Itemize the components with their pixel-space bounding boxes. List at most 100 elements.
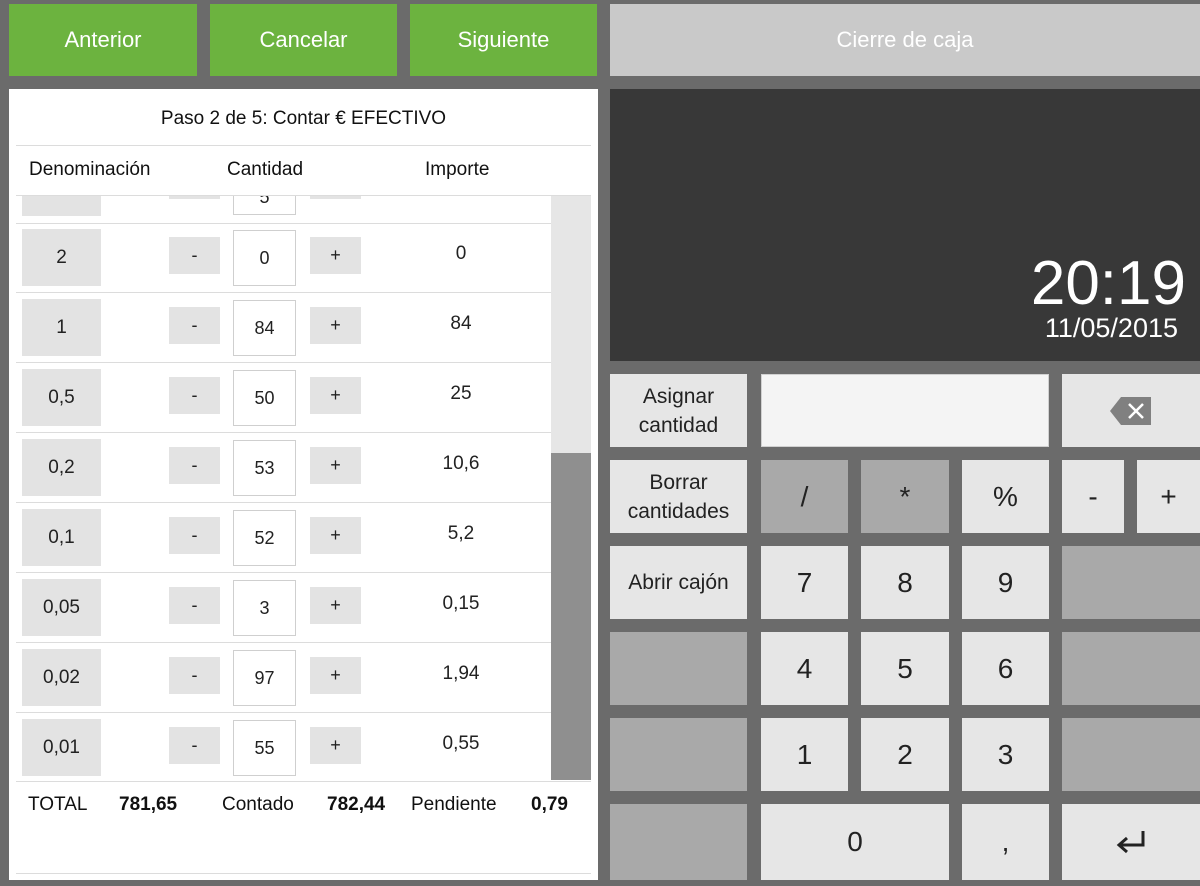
comma-key[interactable]: , xyxy=(962,804,1049,880)
amount-cell: 10,6 xyxy=(442,453,480,474)
quantity-field[interactable]: 53 xyxy=(233,440,296,496)
blank-key xyxy=(1062,546,1200,619)
denomination-cell xyxy=(22,196,101,216)
minus-button[interactable]: - xyxy=(169,727,220,764)
plus-button[interactable]: + xyxy=(310,377,361,414)
minus-button[interactable] xyxy=(169,196,220,199)
total-value: 781,65 xyxy=(119,794,178,815)
row-divider xyxy=(16,292,551,293)
digit-4-key[interactable]: 4 xyxy=(761,632,848,705)
amount-cell: 25 xyxy=(450,383,472,404)
enter-button[interactable] xyxy=(1062,804,1200,880)
blank-key xyxy=(610,632,747,705)
digit-7-key[interactable]: 7 xyxy=(761,546,848,619)
minus-button[interactable]: - xyxy=(169,587,220,624)
previous-button[interactable]: Anterior xyxy=(9,4,197,76)
enter-icon xyxy=(1116,831,1145,854)
amount-cell: 0,55 xyxy=(442,733,480,754)
denomination-cell: 0,02 xyxy=(22,649,101,706)
scrollbar-thumb[interactable] xyxy=(551,453,591,780)
minus-button[interactable]: - xyxy=(169,307,220,344)
denomination-list[interactable]: 5 2-0 +0 1-84 +84 0,5-50 +25 0,2-53 +10,6 0,1-52… xyxy=(16,196,551,780)
amount-cell: 0,15 xyxy=(442,593,480,614)
denomination-cell: 0,05 xyxy=(22,579,101,636)
quantity-field[interactable]: 97 xyxy=(233,650,296,706)
digit-0-key[interactable]: 0 xyxy=(761,804,949,880)
denomination-cell: 0,01 xyxy=(22,719,101,776)
row-divider xyxy=(16,432,551,433)
row-divider xyxy=(16,572,551,573)
amount-cell: 84 xyxy=(450,313,472,334)
amount-cell: 1,94 xyxy=(442,663,480,684)
divider xyxy=(16,781,591,782)
quantity-field[interactable]: 3 xyxy=(233,580,296,636)
amount-cell: 0 xyxy=(455,243,467,264)
digit-8-key[interactable]: 8 xyxy=(861,546,949,619)
minus-button[interactable]: - xyxy=(169,237,220,274)
counted-label: Contado xyxy=(222,794,294,815)
clock-time: 20:19 xyxy=(1030,249,1186,318)
plus-button[interactable]: + xyxy=(310,307,361,344)
row-divider xyxy=(16,362,551,363)
row-divider xyxy=(16,642,551,643)
cancel-button[interactable]: Cancelar xyxy=(210,4,397,76)
denomination-cell: 0,2 xyxy=(22,439,101,496)
divider xyxy=(16,873,591,874)
minus-button[interactable]: - xyxy=(169,447,220,484)
minus-key[interactable]: - xyxy=(1062,460,1124,533)
quantity-field[interactable]: 84 xyxy=(233,300,296,356)
backspace-icon xyxy=(1110,396,1151,425)
minus-button[interactable]: - xyxy=(169,657,220,694)
quantity-field[interactable]: 50 xyxy=(233,370,296,426)
column-header-amount: Importe xyxy=(425,159,490,180)
counted-value: 782,44 xyxy=(327,794,386,815)
column-header-denomination: Denominación xyxy=(29,159,151,180)
quantity-field[interactable]: 0 xyxy=(233,230,296,286)
assign-quantity-button[interactable]: Asignar cantidad xyxy=(610,374,747,447)
open-drawer-button[interactable]: Abrir cajón xyxy=(610,546,747,619)
plus-key[interactable]: + xyxy=(1137,460,1200,533)
blank-key xyxy=(610,718,747,791)
plus-button[interactable]: + xyxy=(310,657,361,694)
denomination-cell: 1 xyxy=(22,299,101,356)
amount-cell: 5,2 xyxy=(447,523,475,544)
divider xyxy=(16,145,591,146)
blank-key xyxy=(1062,718,1200,791)
plus-button[interactable] xyxy=(310,196,361,199)
digit-5-key[interactable]: 5 xyxy=(861,632,949,705)
quantity-field[interactable]: 52 xyxy=(233,510,296,566)
blank-key xyxy=(1062,632,1200,705)
window-title: Cierre de caja xyxy=(610,4,1200,76)
multiply-key[interactable]: * xyxy=(861,460,949,533)
quantity-field[interactable]: 5 xyxy=(233,196,296,215)
amount-input[interactable] xyxy=(761,374,1049,447)
row-divider xyxy=(16,502,551,503)
denomination-cell: 0,5 xyxy=(22,369,101,426)
quantity-field[interactable]: 55 xyxy=(233,720,296,776)
denomination-cell: 2 xyxy=(22,229,101,286)
plus-button[interactable]: + xyxy=(310,587,361,624)
divide-key[interactable]: / xyxy=(761,460,848,533)
total-label: TOTAL xyxy=(28,794,88,815)
row-divider xyxy=(16,712,551,713)
digit-1-key[interactable]: 1 xyxy=(761,718,848,791)
plus-button[interactable]: + xyxy=(310,237,361,274)
pending-value: 0,79 xyxy=(531,794,568,815)
plus-button[interactable]: + xyxy=(310,517,361,554)
column-header-quantity: Cantidad xyxy=(227,159,304,180)
clock-date: 11/05/2015 xyxy=(1044,313,1178,343)
next-button[interactable]: Siguiente xyxy=(410,4,597,76)
clear-quantities-button[interactable]: Borrar cantidades xyxy=(610,460,747,533)
minus-button[interactable]: - xyxy=(169,517,220,554)
minus-button[interactable]: - xyxy=(169,377,220,414)
digit-3-key[interactable]: 3 xyxy=(962,718,1049,791)
digit-2-key[interactable]: 2 xyxy=(861,718,949,791)
plus-button[interactable]: + xyxy=(310,447,361,484)
percent-key[interactable]: % xyxy=(962,460,1049,533)
digit-6-key[interactable]: 6 xyxy=(962,632,1049,705)
blank-key xyxy=(610,804,747,880)
pending-label: Pendiente xyxy=(411,794,497,815)
plus-button[interactable]: + xyxy=(310,727,361,764)
backspace-button[interactable] xyxy=(1062,374,1200,447)
digit-9-key[interactable]: 9 xyxy=(962,546,1049,619)
